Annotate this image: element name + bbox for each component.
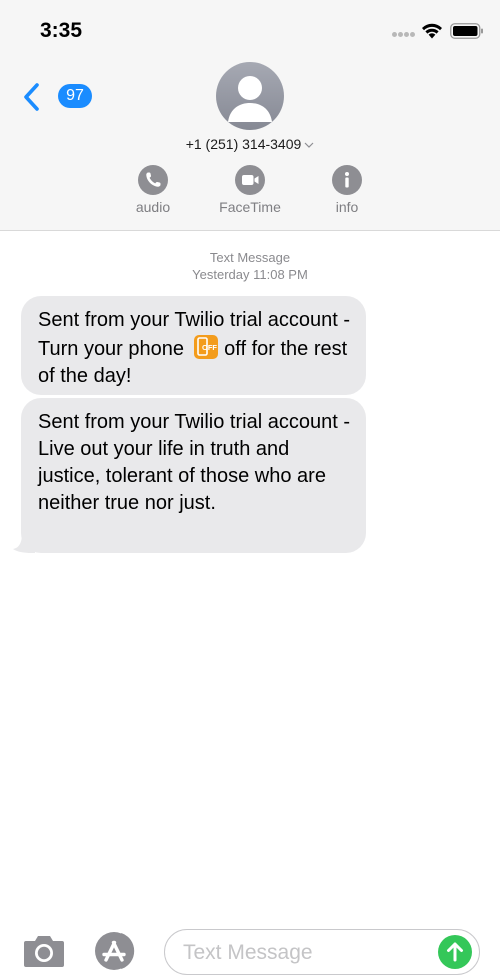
contact-number-button[interactable]: +1 (251) 314-3409 (0, 136, 500, 152)
arrow-up-icon (447, 942, 463, 962)
contact-number: +1 (251) 314-3409 (185, 136, 302, 152)
battery-icon (450, 23, 483, 39)
bubble-tail (13, 533, 35, 553)
person-silhouette-icon (228, 76, 272, 122)
facetime-label: FaceTime (219, 199, 281, 215)
message-composer (0, 922, 500, 979)
message-field (164, 929, 480, 975)
message-input[interactable] (183, 939, 433, 967)
audio-label: audio (135, 199, 171, 215)
status-time: 3:35 (40, 19, 83, 42)
info-icon (332, 165, 362, 195)
svg-text:OFF: OFF (202, 343, 217, 352)
mobile-phone-off-emoji: OFF (193, 335, 218, 359)
message-metadata: Text Message Yesterday 11:08 PM (0, 249, 500, 283)
app-store-icon[interactable] (91, 930, 141, 972)
chevron-down-icon (304, 142, 314, 149)
message-timestamp: Yesterday 11:08 PM (192, 267, 308, 282)
video-camera-icon (235, 165, 265, 195)
contact-avatar[interactable] (216, 62, 284, 130)
facetime-button[interactable]: FaceTime (205, 165, 295, 215)
wifi-icon (422, 23, 442, 39)
camera-icon[interactable] (22, 933, 66, 969)
phone-icon (138, 165, 168, 195)
message-text: Sent from your Twilio trial account - Li… (38, 411, 350, 514)
status-bar: 3:35 (0, 0, 500, 60)
incoming-message-bubble[interactable]: Sent from your Twilio trial account - Li… (21, 398, 366, 553)
cellular-signal-icon (392, 32, 415, 38)
back-button[interactable]: 97 (18, 80, 92, 114)
audio-call-button[interactable]: audio (108, 165, 198, 215)
info-label: info (335, 199, 359, 215)
unread-count-badge: 97 (58, 84, 92, 108)
incoming-message-bubble[interactable]: Sent from your Twilio trial account - Tu… (21, 296, 366, 395)
info-button[interactable]: info (302, 165, 392, 215)
service-label: Text Message (209, 250, 291, 265)
chevron-left-icon (24, 83, 39, 111)
send-button[interactable] (438, 935, 472, 969)
conversation-header: 3:35 97 +1 (251) 314-3409 audio FaceTime… (0, 0, 500, 231)
